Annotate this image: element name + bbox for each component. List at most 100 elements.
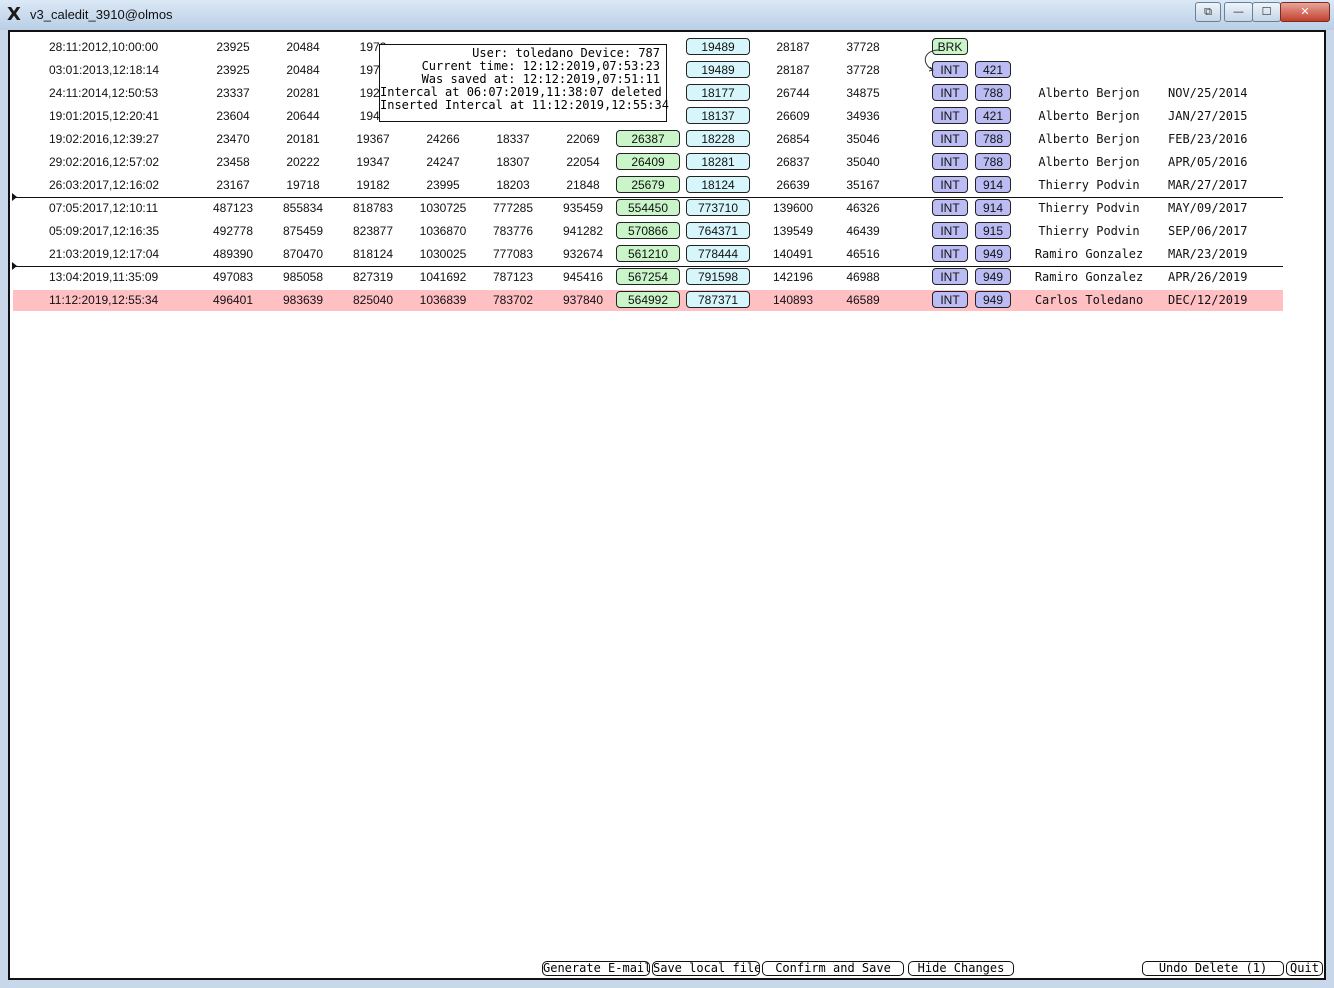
row-change-date: APR/05/2016 — [1168, 155, 1248, 169]
green-value-cell[interactable]: 554450 — [616, 199, 680, 216]
confirm-and-save-button[interactable]: Confirm and Save — [762, 961, 904, 976]
row-change-date: MAR/27/2017 — [1168, 178, 1248, 192]
int-type-button[interactable]: INT — [932, 107, 968, 124]
row-value-c8: 46326 — [846, 201, 880, 215]
int-type-button[interactable]: INT — [932, 291, 968, 308]
device-number-button[interactable]: 788 — [975, 84, 1011, 101]
calibration-row[interactable]: 29:02:2016,12:57:02 23458 20222 19347 24247 1… — [13, 152, 1283, 173]
row-user: Thierry Podvin — [1038, 201, 1140, 215]
row-value-c8: 46988 — [846, 270, 880, 284]
link-arrow-icon — [924, 49, 940, 72]
cyan-value-cell[interactable]: 18177 — [686, 84, 750, 101]
calibration-row[interactable]: 13:04:2019,11:35:09 497083 985058 827319 104… — [13, 267, 1283, 288]
device-number-button[interactable]: 949 — [975, 268, 1011, 285]
int-type-button[interactable]: INT — [932, 199, 968, 216]
row-value-c8: 34936 — [846, 109, 880, 123]
calibration-row[interactable]: 05:09:2017,12:16:35 492778 875459 823877 103… — [13, 221, 1283, 242]
green-value-cell[interactable]: 26387 — [616, 130, 680, 147]
row-user: Thierry Podvin — [1038, 224, 1140, 238]
minimize-button[interactable]: — — [1224, 2, 1253, 22]
cyan-value-cell[interactable]: 787371 — [686, 291, 750, 308]
close-button[interactable]: ✕ — [1280, 2, 1330, 22]
device-number-button[interactable]: 914 — [975, 176, 1011, 193]
row-date: 19:01:2015,12:20:41 — [49, 109, 160, 123]
cyan-value-cell[interactable]: 18281 — [686, 153, 750, 170]
row-value-c8: 46439 — [846, 224, 880, 238]
row-date: 24:11:2014,12:50:53 — [49, 86, 159, 100]
cyan-value-cell[interactable]: 19489 — [686, 61, 750, 78]
undo-delete-button[interactable]: Undo Delete (1) — [1142, 961, 1284, 976]
row-user: Ramiro Gonzalez — [1034, 270, 1144, 284]
int-type-button[interactable]: INT — [932, 268, 968, 285]
green-value-cell[interactable]: 561210 — [616, 245, 680, 262]
cyan-value-cell[interactable]: 18228 — [686, 130, 750, 147]
row-date: 13:04:2019,11:35:09 — [49, 270, 159, 284]
cyan-value-cell[interactable]: 778444 — [686, 245, 750, 262]
row-change-date: SEP/06/2017 — [1168, 224, 1248, 238]
int-type-button[interactable]: INT — [932, 84, 968, 101]
cyan-value-cell[interactable]: 764371 — [686, 222, 750, 239]
green-value-cell[interactable]: 567254 — [616, 268, 680, 285]
row-change-date: MAY/09/2017 — [1168, 201, 1248, 215]
row-date: 03:01:2013,12:18:14 — [49, 63, 160, 77]
row-change-date: DEC/12/2019 — [1168, 293, 1248, 307]
calibration-row[interactable]: 07:05:2017,12:10:11 487123 855834 818783 103… — [13, 198, 1283, 219]
cyan-value-cell[interactable]: 773710 — [686, 199, 750, 216]
separator-marker-icon — [12, 193, 17, 201]
row-change-date: JAN/27/2015 — [1168, 109, 1248, 123]
row-date: 26:03:2017,12:16:02 — [49, 178, 160, 192]
green-value-cell[interactable]: 25679 — [616, 176, 680, 193]
device-number-button[interactable]: 421 — [975, 107, 1011, 124]
int-type-button[interactable]: INT — [932, 130, 968, 147]
row-date: 07:05:2017,12:10:11 — [49, 201, 159, 215]
row-user: Alberto Berjon — [1038, 86, 1140, 100]
cyan-value-cell[interactable]: 19489 — [686, 38, 750, 55]
save-local-file-button[interactable]: Save local file — [652, 961, 760, 976]
row-value-c8: 37728 — [846, 63, 880, 77]
int-type-button[interactable]: INT — [932, 176, 968, 193]
quit-button[interactable]: Quit — [1286, 961, 1323, 976]
device-number-button[interactable]: 788 — [975, 153, 1011, 170]
separator-marker-icon — [12, 262, 17, 270]
title-bar: X v3_caledit_3910@olmos ⧉ — ☐ ✕ — [0, 0, 1334, 30]
row-value-c8: 46516 — [846, 247, 880, 261]
device-number-button[interactable]: 949 — [975, 245, 1011, 262]
row-value-c8: 35040 — [846, 155, 880, 169]
row-user: Alberto Berjon — [1038, 155, 1140, 169]
green-value-cell[interactable]: 26409 — [616, 153, 680, 170]
row-user: Thierry Podvin — [1038, 178, 1140, 192]
row-value-c8: 35167 — [846, 178, 880, 192]
row-value-c8: 37728 — [846, 40, 880, 54]
cyan-value-cell[interactable]: 791598 — [686, 268, 750, 285]
row-user: Alberto Berjon — [1038, 132, 1140, 146]
calibration-table-area: 28:11:2012,10:00:00 23925 20484 1972 28187 37… — [8, 30, 1326, 980]
window-title: v3_caledit_3910@olmos — [30, 7, 173, 22]
device-number-button[interactable]: 914 — [975, 199, 1011, 216]
device-number-button[interactable]: 421 — [975, 61, 1011, 78]
cyan-value-cell[interactable]: 18137 — [686, 107, 750, 124]
row-change-date: APR/26/2019 — [1168, 270, 1248, 284]
calibration-row[interactable]: 19:02:2016,12:39:27 23470 20181 19367 24266 1… — [13, 129, 1283, 150]
restore-button[interactable]: ⧉ — [1195, 2, 1221, 22]
int-type-button[interactable]: INT — [932, 222, 968, 239]
cyan-value-cell[interactable]: 18124 — [686, 176, 750, 193]
device-number-button[interactable]: 788 — [975, 130, 1011, 147]
calibration-row[interactable]: 11:12:2019,12:55:34 496401 983639 825040 103… — [13, 290, 1283, 311]
device-number-button[interactable]: 915 — [975, 222, 1011, 239]
row-change-date: MAR/23/2019 — [1168, 247, 1248, 261]
change-info-tooltip: User: toledano Device: 787 Current time:… — [379, 44, 669, 122]
calibration-row[interactable]: 26:03:2017,12:16:02 23167 19718 19182 23995 1… — [13, 175, 1283, 196]
maximize-button[interactable]: ☐ — [1252, 2, 1281, 22]
int-type-button[interactable]: INT — [932, 245, 968, 262]
int-type-button[interactable]: INT — [932, 153, 968, 170]
hide-changes-button[interactable]: Hide Changes — [908, 961, 1014, 976]
calibration-row[interactable]: 21:03:2019,12:17:04 489390 870470 818124 103… — [13, 244, 1283, 265]
generate-email-button[interactable]: Generate E-mail — [542, 961, 650, 976]
row-user: Carlos Toledano — [1034, 293, 1144, 307]
device-number-button[interactable]: 949 — [975, 291, 1011, 308]
green-value-cell[interactable]: 570866 — [616, 222, 680, 239]
row-date: 28:11:2012,10:00:00 — [49, 40, 159, 54]
row-user: Ramiro Gonzalez — [1034, 247, 1144, 261]
green-value-cell[interactable]: 564992 — [616, 291, 680, 308]
tooltip-line: Inserted Intercal at 11:12:2019,12:55:34 — [380, 98, 669, 112]
